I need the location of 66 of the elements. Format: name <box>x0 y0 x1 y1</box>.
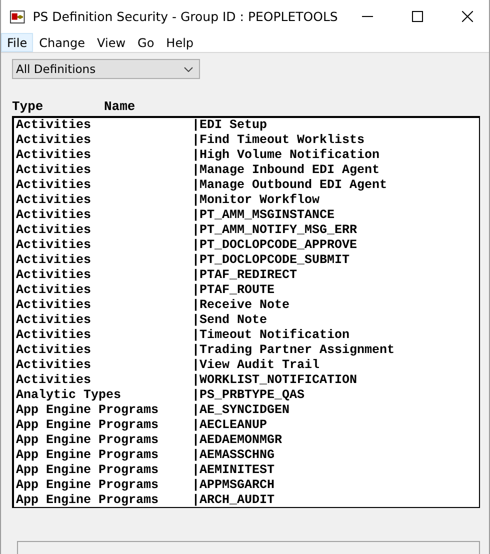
chevron-down-icon <box>184 66 193 72</box>
type-cell-text: Activities <box>16 118 92 133</box>
column-header: Type <box>12 99 44 114</box>
name-cell: |Receive Note <box>192 298 290 313</box>
close-icon <box>462 11 474 22</box>
name-cell: |PT_AMM_NOTIFY_MSG_ERR <box>192 223 358 238</box>
menu-item[interactable]: Help <box>160 33 200 52</box>
type-cell-text: Activities <box>16 223 92 238</box>
type-cell-text: Activities <box>16 358 92 373</box>
definitions-list[interactable] <box>12 116 480 508</box>
type-cell-text: Activities <box>16 328 92 343</box>
name-cell: |AEDAEMONMGR <box>192 433 282 448</box>
name-cell: |AE_SYNCIDGEN <box>192 403 290 418</box>
name-cell: |APPMSGARCH <box>192 478 275 493</box>
name-cell: |WORKLIST_NOTIFICATION <box>192 373 358 388</box>
type-cell-text: Activities <box>16 373 92 388</box>
name-cell: |Manage Inbound EDI Agent <box>192 163 380 178</box>
type-cell-text: Activities <box>16 148 92 163</box>
type-cell-text: Activities <box>16 253 92 268</box>
type-cell-text: App Engine Programs <box>16 433 160 448</box>
type-cell-text: App Engine Programs <box>16 403 160 418</box>
name-cell: |Timeout Notification <box>192 328 350 343</box>
type-cell-text: Activities <box>16 268 92 283</box>
type-cell-text: Analytic Types <box>16 388 122 403</box>
type-cell-text: Activities <box>16 178 92 193</box>
name-cell: |AEMINITEST <box>192 463 275 478</box>
name-cell: |PT_DOCLOPCODE_APPROVE <box>192 238 358 253</box>
type-cell-text: Activities <box>16 208 92 223</box>
type-cell-text: Activities <box>16 238 92 253</box>
definitions-dropdown[interactable]: All Definitions <box>12 59 200 79</box>
app-icon <box>10 10 25 24</box>
type-cell-text: App Engine Programs <box>16 448 160 463</box>
window-title: PS Definition Security - Group ID : PEOPLETOOLS <box>32 9 338 24</box>
name-cell: |Monitor Workflow <box>192 193 320 208</box>
name-cell: |Send Note <box>192 313 268 328</box>
name-cell: |Manage Outbound EDI Agent <box>192 178 388 193</box>
type-cell-text: Activities <box>16 313 92 328</box>
name-cell: |AEMASSCHNG <box>192 448 275 463</box>
name-cell: |PT_DOCLOPCODE_SUBMIT <box>192 253 350 268</box>
column-header: Name <box>104 99 136 114</box>
name-cell: |Find Timeout Worklists <box>192 133 365 148</box>
type-cell-text: App Engine Programs <box>16 478 160 493</box>
name-cell: |View Audit Trail <box>192 358 320 373</box>
name-cell: |AECLEANUP <box>192 418 268 433</box>
type-cell-text: Activities <box>16 298 92 313</box>
maximize-icon <box>412 11 423 22</box>
name-cell: |PT_AMM_MSGINSTANCE <box>192 208 335 223</box>
name-cell: |High Volume Notification <box>192 148 380 163</box>
type-cell-text: App Engine Programs <box>16 463 160 478</box>
name-cell: |Trading Partner Assignment <box>192 343 395 358</box>
type-cell-text: Activities <box>16 343 92 358</box>
name-cell: |ARCH_AUDIT <box>192 493 275 507</box>
type-cell-text: App Engine Programs <box>16 418 160 433</box>
name-cell: |PS_PRBTYPE_QAS <box>192 388 305 403</box>
name-cell: |EDI Setup <box>192 118 268 133</box>
type-cell-text: Activities <box>16 283 92 298</box>
name-cell: |PTAF_ROUTE <box>192 283 275 298</box>
type-cell-text: App Engine Programs <box>16 493 160 507</box>
menu-item[interactable]: Change <box>33 33 92 52</box>
menu-item[interactable]: Go <box>132 33 160 52</box>
type-cell-text: Activities <box>16 133 92 148</box>
type-cell-text: Activities <box>16 193 92 208</box>
menu-item[interactable]: View <box>91 33 132 52</box>
menu-item[interactable]: File <box>1 33 34 52</box>
name-cell: |PTAF_REDIRECT <box>192 268 298 283</box>
type-cell-text: Activities <box>16 163 92 178</box>
